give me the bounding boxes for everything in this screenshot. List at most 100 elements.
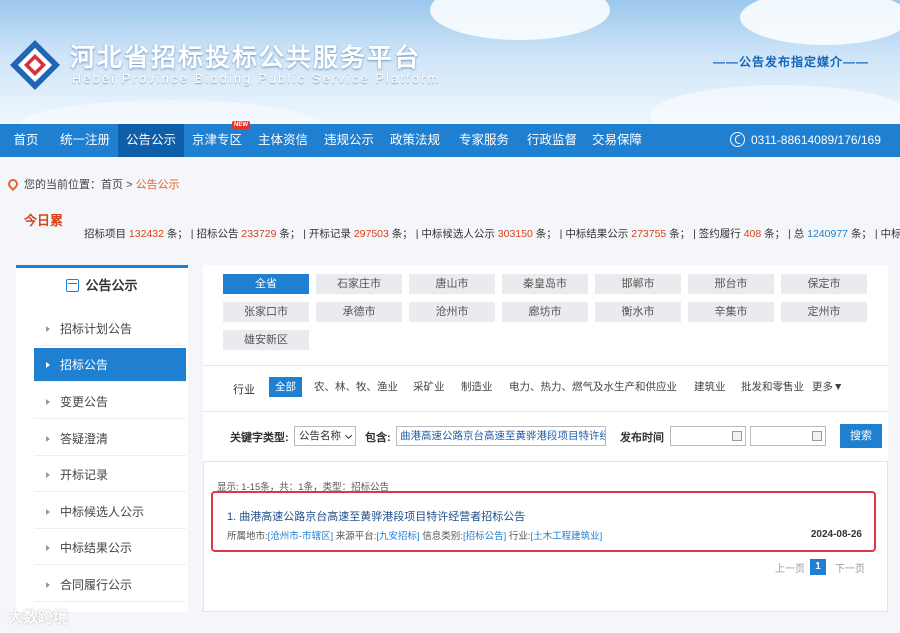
pager-prev[interactable]: 上一页 <box>775 560 805 575</box>
sidebar-item-bid-announcement[interactable]: 招标公告 <box>34 348 186 382</box>
sidebar-item-contracts[interactable]: 合同履行公示 <box>34 568 186 602</box>
meta-region-link[interactable]: [沧州市-市辖区] <box>268 531 333 542</box>
site-title-en: Hebei Province Bidding Public Service Pl… <box>72 72 441 86</box>
meta-label: 行业: <box>508 531 531 542</box>
meta-category-link[interactable]: [招标公告] <box>463 531 506 542</box>
nav-experts[interactable]: 专家服务 <box>448 124 520 157</box>
meta-label: 所属地市: <box>227 531 268 542</box>
nav-supervision[interactable]: 行政监督 <box>520 124 584 157</box>
divider <box>203 411 888 412</box>
calendar-icon[interactable] <box>732 431 742 441</box>
arrow-right-icon <box>46 436 50 442</box>
nav-jingjin[interactable]: 京津专区 NEW <box>184 121 250 157</box>
arrow-right-icon <box>46 326 50 332</box>
city-filter[interactable]: 廊坊市 <box>502 302 588 322</box>
nav-home[interactable]: 首页 <box>0 124 52 157</box>
city-filter[interactable]: 秦皇岛市 <box>502 274 588 294</box>
result-item[interactable]: 1. 曲港高速公路京台高速至黄骅港段项目特许经营者招标公告 所属地市:[沧州市-… <box>211 491 876 552</box>
keyword-type-value: 公告名称 <box>299 430 341 442</box>
sidebar-item-label: 招标公告 <box>60 358 109 372</box>
publish-date-label: 发布时间 <box>620 432 664 444</box>
nav-guarantee[interactable]: 交易保障 <box>584 124 650 157</box>
nav-announcements[interactable]: 公告公示 <box>118 124 184 157</box>
sidebar-item-bid-plan[interactable]: 招标计划公告 <box>34 312 186 346</box>
city-filter[interactable]: 唐山市 <box>409 274 495 294</box>
city-filter[interactable]: 衡水市 <box>595 302 681 322</box>
stat-value: 303150 <box>497 228 533 240</box>
city-filter[interactable]: 承德市 <box>316 302 402 322</box>
pager-next[interactable]: 下一页 <box>835 560 865 575</box>
date-end-input[interactable] <box>750 426 826 446</box>
divider <box>203 365 888 366</box>
city-filter[interactable]: 辛集市 <box>688 302 774 322</box>
nav-credit[interactable]: 主体资信 <box>250 124 316 157</box>
meta-source-link[interactable]: [九安招标] <box>376 531 419 542</box>
stat-unit: 条； <box>535 228 557 240</box>
result-meta: 所属地市:[沧州市-市辖区] 来源平台:[九安招标] 信息类别:[招标公告] 行… <box>227 528 602 542</box>
nav-register[interactable]: 统一注册 <box>52 124 118 157</box>
platform-logo-icon[interactable] <box>8 38 62 92</box>
stat-label: 签约履行 <box>698 228 741 240</box>
arrow-right-icon <box>46 362 50 368</box>
nav-policies[interactable]: 政策法规 <box>382 124 448 157</box>
stat-value: 1240977 <box>807 228 849 240</box>
industry-filter[interactable]: 农、林、牧、渔业 <box>314 377 398 397</box>
keyword-input[interactable]: 曲港高速公路京台高速至黄骅港段项目特许经营 <box>396 426 606 446</box>
meta-label: 来源平台: <box>335 531 377 542</box>
industry-filter[interactable]: 采矿业 <box>413 377 445 397</box>
today-label: 今日累 <box>24 213 64 228</box>
pager-current[interactable]: 1 <box>810 559 826 575</box>
city-filter[interactable]: 邯郸市 <box>595 274 681 294</box>
city-filter[interactable]: 保定市 <box>781 274 867 294</box>
industry-filter[interactable]: 批发和零售业 <box>741 377 804 397</box>
breadcrumb-prefix: 您的当前位置： <box>24 179 101 191</box>
cloud-decoration <box>20 100 320 124</box>
sidebar-item-label: 变更公告 <box>60 395 109 409</box>
city-filter[interactable]: 沧州市 <box>409 302 495 322</box>
result-title-link[interactable]: 1. 曲港高速公路京台高速至黄骅港段项目特许经营者招标公告 <box>227 508 525 524</box>
sidebar-item-change[interactable]: 变更公告 <box>34 385 186 419</box>
stat-label: 开标记录 <box>308 228 351 240</box>
industry-more-button[interactable]: 更多▼ <box>812 377 843 397</box>
nav-violations[interactable]: 违规公示 <box>316 124 382 157</box>
hotline-number: 0311-88614089/176/169 <box>751 133 881 147</box>
city-filter-all[interactable]: 全省 <box>223 274 309 294</box>
sidebar-item-label: 合同履行公示 <box>60 578 133 592</box>
city-filter[interactable]: 定州市 <box>781 302 867 322</box>
stat-unit: 条； <box>850 228 872 240</box>
city-filter[interactable]: 雄安新区 <box>223 330 309 350</box>
calendar-icon[interactable] <box>812 431 822 441</box>
city-filter[interactable]: 邢台市 <box>688 274 774 294</box>
industry-filter[interactable]: 建筑业 <box>694 377 726 397</box>
sidebar-item-label: 中标结果公示 <box>60 541 133 555</box>
stat-value: 233729 <box>241 228 277 240</box>
search-button[interactable]: 搜索 <box>840 424 882 448</box>
city-filter[interactable]: 石家庄市 <box>316 274 402 294</box>
arrow-right-icon <box>46 582 50 588</box>
industry-filter-all[interactable]: 全部 <box>269 377 302 397</box>
chevron-down-icon <box>344 431 353 440</box>
stat-label: 中标金额 <box>880 228 900 240</box>
stat-unit: 条； <box>669 228 691 240</box>
arrow-right-icon <box>46 472 50 478</box>
sidebar-item-opening[interactable]: 开标记录 <box>34 458 186 492</box>
meta-industry-link[interactable]: [土木工程建筑业] <box>531 531 603 542</box>
phone-icon <box>730 132 745 147</box>
city-filter[interactable]: 张家口市 <box>223 302 309 322</box>
arrow-right-icon <box>46 509 50 515</box>
stat-unit: 条； <box>279 228 301 240</box>
stat-label: 总 <box>793 228 805 240</box>
industry-filter[interactable]: 制造业 <box>461 377 493 397</box>
sidebar-item-candidates[interactable]: 中标候选人公示 <box>34 495 186 529</box>
arrow-right-icon <box>46 399 50 405</box>
keyword-type-select[interactable]: 公告名称 <box>294 426 356 446</box>
sidebar-item-label: 招标计划公告 <box>60 322 133 336</box>
sidebar-item-results[interactable]: 中标结果公示 <box>34 531 186 565</box>
breadcrumb-home[interactable]: 首页 <box>101 179 123 191</box>
stat-unit: 条； <box>764 228 786 240</box>
sidebar-item-label: 开标记录 <box>60 468 109 482</box>
sidebar-item-qa[interactable]: 答疑澄清 <box>34 422 186 456</box>
date-start-input[interactable] <box>670 426 746 446</box>
industry-filter[interactable]: 电力、热力、燃气及水生产和供应业 <box>509 377 677 397</box>
location-pin-icon <box>5 176 21 192</box>
